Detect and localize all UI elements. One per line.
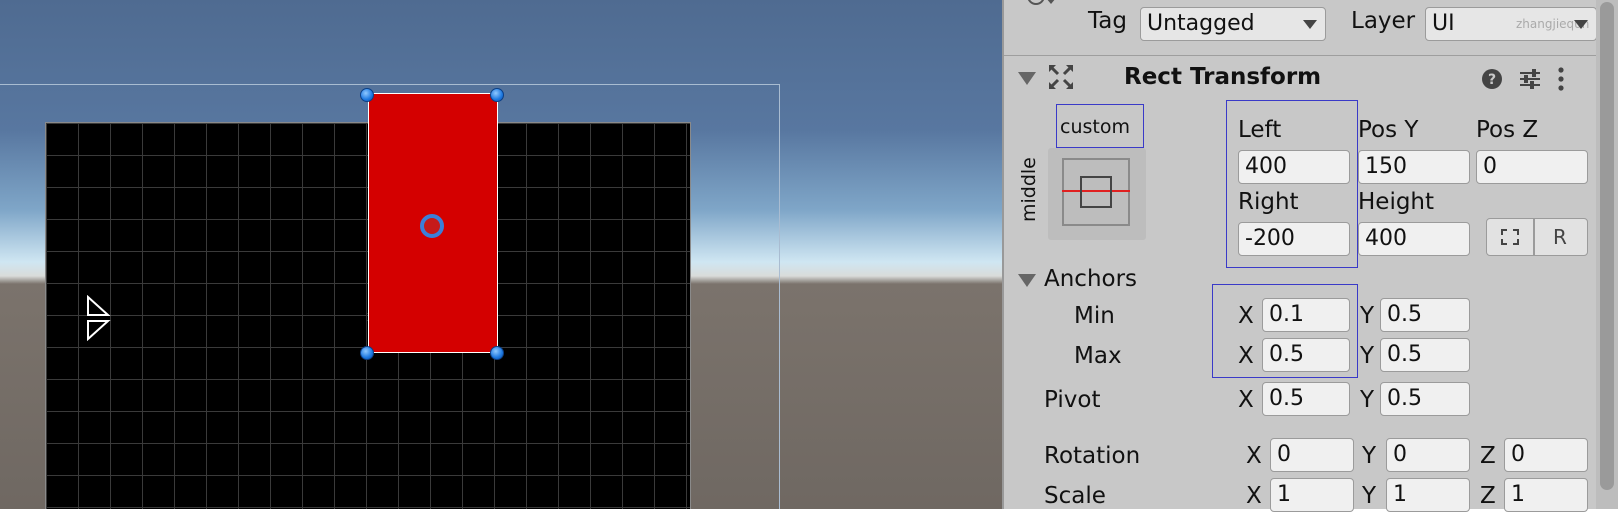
tag-dropdown[interactable]: Untagged: [1140, 7, 1326, 41]
pivot-handle[interactable]: [420, 214, 444, 238]
handle-bottom-right[interactable]: [490, 346, 504, 360]
settings-sliders-icon[interactable]: [1518, 67, 1542, 97]
min-y-axis: Y: [1360, 303, 1375, 329]
foldout-arrow-icon[interactable]: [1018, 72, 1036, 85]
handle-top-right[interactable]: [490, 88, 504, 102]
height-field[interactable]: 400: [1358, 222, 1470, 256]
chevron-down-icon: [1303, 20, 1317, 29]
pivot-y-axis: Y: [1360, 387, 1375, 413]
pivot-x-axis: X: [1238, 387, 1254, 413]
rotation-y-field[interactable]: 0: [1386, 438, 1470, 472]
rotation-label: Rotation: [1044, 443, 1141, 469]
pivot-y-field[interactable]: 0.5: [1380, 382, 1470, 416]
anchors-foldout-icon[interactable]: [1018, 274, 1036, 287]
rotation-x-axis: X: [1246, 443, 1262, 469]
scale-x-field[interactable]: 1: [1270, 478, 1354, 512]
scrollbar[interactable]: [1596, 0, 1618, 509]
min-label: Min: [1074, 303, 1115, 329]
handle-top-left[interactable]: [360, 88, 374, 102]
anchor-preset-vertical: middle: [1018, 157, 1040, 222]
anchor-max-y-field[interactable]: 0.5: [1380, 338, 1470, 372]
scale-z-field[interactable]: 1: [1504, 478, 1588, 512]
min-x-axis: X: [1238, 303, 1254, 329]
pos-z-field[interactable]: 0: [1476, 150, 1588, 184]
anchors-label: Anchors: [1044, 266, 1138, 292]
anchor-preset-button[interactable]: [1048, 148, 1146, 240]
svg-text:?: ?: [1488, 72, 1496, 88]
layer-label: Layer: [1351, 8, 1416, 34]
chevron-down-icon: [1574, 20, 1588, 29]
scale-label: Scale: [1044, 483, 1106, 509]
left-label: Left: [1238, 117, 1282, 143]
anchor-min-y-field[interactable]: 0.5: [1380, 298, 1470, 332]
pivot-x-field[interactable]: 0.5: [1262, 382, 1350, 416]
scale-y-axis: Y: [1362, 483, 1377, 509]
scene-view[interactable]: [0, 0, 1002, 509]
right-field[interactable]: -200: [1238, 222, 1350, 256]
rotation-z-field[interactable]: 0: [1504, 438, 1588, 472]
help-icon[interactable]: ?: [1481, 68, 1503, 96]
scale-y-field[interactable]: 1: [1386, 478, 1470, 512]
pos-y-field[interactable]: 150: [1358, 150, 1470, 184]
pos-y-label: Pos Y: [1358, 117, 1419, 143]
tag-label: Tag: [1088, 8, 1127, 34]
blueprint-mode-button[interactable]: [1486, 218, 1534, 256]
scale-x-axis: X: [1246, 483, 1262, 509]
scale-z-axis: Z: [1480, 483, 1496, 509]
raw-edit-icon: R: [1553, 225, 1567, 249]
static-dropdown-icon[interactable]: [1026, 0, 1060, 18]
rotation-z-axis: Z: [1480, 443, 1496, 469]
pivot-label: Pivot: [1044, 387, 1101, 413]
handle-bottom-left[interactable]: [360, 346, 374, 360]
left-field[interactable]: 400: [1238, 150, 1350, 184]
anchor-min-x-field[interactable]: 0.1: [1262, 298, 1350, 332]
pos-z-label: Pos Z: [1476, 117, 1539, 143]
layer-value: UI: [1432, 11, 1455, 36]
layer-dropdown[interactable]: UI zhangjiequn: [1425, 7, 1597, 41]
inspector-panel: Tag Untagged Layer UI zhangjiequn Rect T…: [1002, 0, 1618, 512]
blueprint-mode-icon: [1501, 229, 1519, 245]
anchor-min-marker[interactable]: [86, 295, 112, 341]
right-label: Right: [1238, 189, 1299, 215]
raw-edit-button[interactable]: R: [1534, 218, 1588, 256]
max-y-axis: Y: [1360, 343, 1375, 369]
more-vert-icon[interactable]: [1556, 66, 1566, 98]
rotation-x-field[interactable]: 0: [1270, 438, 1354, 472]
tag-value: Untagged: [1147, 11, 1255, 36]
component-title: Rect Transform: [1124, 64, 1322, 90]
anchor-max-x-field[interactable]: 0.5: [1262, 338, 1350, 372]
height-label: Height: [1358, 189, 1435, 215]
separator: [1004, 55, 1618, 56]
rotation-y-axis: Y: [1362, 443, 1377, 469]
anchor-preset-horizontal: custom: [1060, 116, 1130, 138]
preset-inner-square: [1080, 176, 1112, 208]
max-x-axis: X: [1238, 343, 1254, 369]
rect-transform-icon: [1048, 64, 1074, 96]
max-label: Max: [1074, 343, 1122, 369]
scrollbar-thumb[interactable]: [1600, 2, 1614, 490]
